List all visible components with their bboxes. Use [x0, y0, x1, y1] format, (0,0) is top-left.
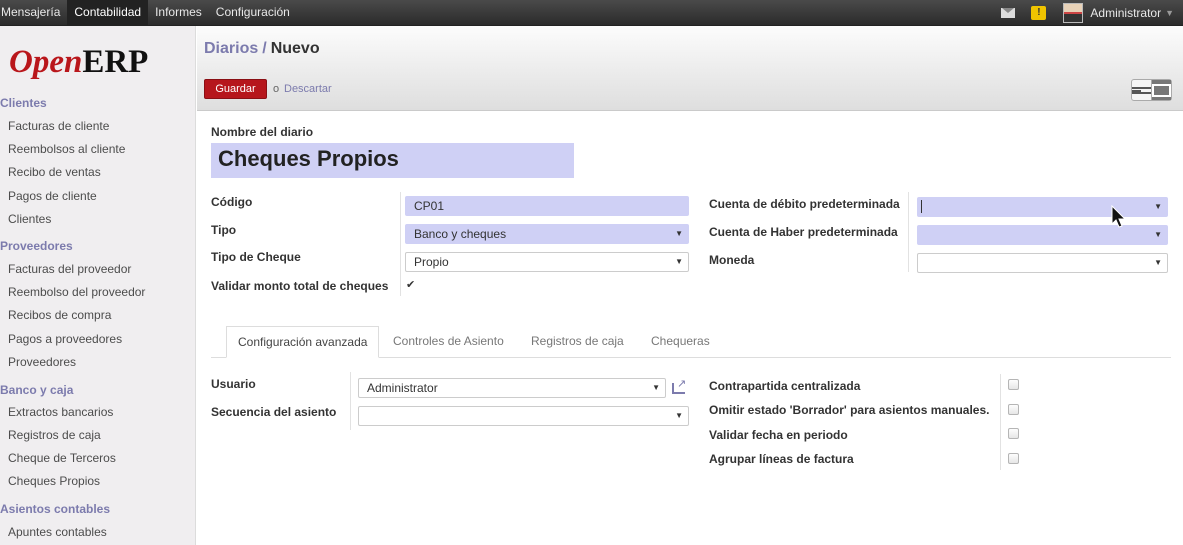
contrapartida-checkbox[interactable]	[1008, 379, 1019, 390]
menu-informes[interactable]: Informes	[148, 0, 209, 26]
validar-monto-checkbox[interactable]: ✔	[406, 280, 415, 291]
sidebar-item-clientes[interactable]: Clientes	[8, 212, 51, 226]
sidebar-group-proveedores: Proveedores	[0, 239, 73, 253]
tipo-cheque-label: Tipo de Cheque	[211, 250, 301, 264]
sidebar-item-facturas-cliente[interactable]: Facturas de cliente	[8, 119, 109, 133]
view-switcher	[1131, 79, 1172, 101]
mail-icon[interactable]	[1001, 8, 1016, 18]
sidebar-group-clientes: Clientes	[0, 96, 47, 110]
debito-select[interactable]: ▼	[917, 197, 1168, 217]
usuario-select[interactable]: Administrator ▼	[358, 378, 666, 398]
divider	[908, 192, 909, 272]
sidebar-item-reembolso-proveedor[interactable]: Reembolso del proveedor	[8, 285, 145, 299]
tab-configuracion-avanzada[interactable]: Configuración avanzada	[226, 326, 380, 358]
chevron-down-icon: ▼	[675, 229, 683, 238]
sidebar-item-registros-caja[interactable]: Registros de caja	[8, 428, 101, 442]
top-navigation-bar: Mensajería Contabilidad Informes Configu…	[0, 0, 1183, 26]
tipo-cheque-value: Propio	[414, 255, 449, 269]
usuario-value: Administrator	[367, 381, 438, 395]
external-link-icon[interactable]	[672, 377, 686, 394]
journal-name-label: Nombre del diario	[211, 125, 314, 139]
chevron-down-icon: ▼	[1154, 202, 1162, 211]
notebook-tabs: Configuración avanzada Controles de Asie…	[211, 326, 1171, 358]
page-title: Nuevo	[270, 40, 320, 57]
sidebar-item-pagos-proveedores[interactable]: Pagos a proveedores	[8, 332, 122, 346]
sidebar-item-cheques-propios[interactable]: Cheques Propios	[8, 474, 100, 488]
sidebar-item-facturas-proveedor[interactable]: Facturas del proveedor	[8, 262, 131, 276]
chevron-down-icon[interactable]: ▼	[1165, 8, 1174, 18]
form-view-button[interactable]	[1151, 80, 1171, 100]
tab-registros-caja[interactable]: Registros de caja	[531, 326, 624, 358]
moneda-select[interactable]: ▼	[917, 253, 1168, 273]
haber-label: Cuenta de Haber predeterminada	[709, 225, 898, 239]
sidebar-item-cheque-terceros[interactable]: Cheque de Terceros	[8, 451, 116, 465]
divider	[350, 372, 351, 430]
list-view-icon	[1132, 86, 1151, 94]
codigo-label: Código	[211, 195, 253, 209]
journal-name-input[interactable]: Cheques Propios	[211, 143, 574, 178]
tab-controles-asiento[interactable]: Controles de Asiento	[393, 326, 504, 358]
validar-fecha-label: Validar fecha en periodo	[709, 428, 848, 442]
usuario-label: Usuario	[211, 377, 256, 391]
form-view-icon	[1152, 83, 1171, 97]
discard-button[interactable]: Descartar	[284, 83, 332, 95]
validar-fecha-checkbox[interactable]	[1008, 428, 1019, 439]
breadcrumb-parent[interactable]: Diarios	[204, 40, 258, 57]
sidebar-item-recibo-ventas[interactable]: Recibo de ventas	[8, 165, 101, 179]
divider	[400, 192, 401, 296]
secuencia-select[interactable]: ▼	[358, 406, 689, 426]
sidebar-group-asientos-contables: Asientos contables	[0, 502, 111, 516]
sidebar-item-apuntes-contables[interactable]: Apuntes contables	[8, 525, 107, 539]
omitir-borrador-label: Omitir estado 'Borrador' para asientos m…	[709, 403, 990, 417]
haber-select[interactable]: ▼	[917, 225, 1168, 245]
sidebar-item-pagos-cliente[interactable]: Pagos de cliente	[8, 189, 97, 203]
tipo-cheque-select[interactable]: Propio ▼	[405, 252, 689, 272]
logo: OpenERP	[9, 44, 149, 80]
tab-chequeras[interactable]: Chequeras	[651, 326, 710, 358]
chevron-down-icon: ▼	[1154, 230, 1162, 239]
chevron-down-icon: ▼	[675, 411, 683, 420]
text-cursor	[921, 200, 922, 213]
agrupar-lineas-checkbox[interactable]	[1008, 453, 1019, 464]
codigo-input[interactable]: CP01	[405, 196, 689, 216]
main-content: Diarios / Nuevo Guardar o Descartar Nombre…	[197, 26, 1183, 545]
chevron-down-icon: ▼	[652, 383, 660, 392]
sidebar-item-proveedores[interactable]: Proveedores	[8, 355, 76, 369]
tipo-value: Banco y cheques	[414, 227, 507, 241]
breadcrumb-separator: /	[262, 40, 267, 57]
warning-icon[interactable]: !	[1031, 6, 1047, 20]
sidebar-item-recibos-compra[interactable]: Recibos de compra	[8, 308, 111, 322]
sidebar-item-reembolsos-cliente[interactable]: Reembolsos al cliente	[8, 142, 125, 156]
user-name[interactable]: Administrator	[1090, 6, 1161, 20]
tipo-label: Tipo	[211, 223, 237, 237]
contrapartida-label: Contrapartida centralizada	[709, 379, 861, 393]
agrupar-lineas-label: Agrupar líneas de factura	[709, 452, 854, 466]
sidebar-item-extractos-bancarios[interactable]: Extractos bancarios	[8, 405, 113, 419]
top-menu: Mensajería Contabilidad Informes Configu…	[0, 0, 297, 26]
chevron-down-icon: ▼	[1154, 258, 1162, 267]
breadcrumb: Diarios / Nuevo	[204, 40, 320, 58]
menu-mensajeria[interactable]: Mensajería	[0, 0, 67, 26]
user-area: ! Administrator ▼	[1001, 0, 1183, 26]
tipo-select[interactable]: Banco y cheques ▼	[405, 224, 689, 244]
avatar[interactable]	[1063, 3, 1084, 23]
menu-contabilidad[interactable]: Contabilidad	[67, 0, 149, 26]
validar-monto-label: Validar monto total de cheques	[211, 279, 389, 293]
or-text: o	[273, 83, 280, 95]
moneda-label: Moneda	[709, 253, 755, 267]
menu-configuracion[interactable]: Configuración	[209, 0, 297, 26]
divider	[1000, 374, 1001, 470]
mouse-pointer-icon	[1111, 205, 1127, 228]
sidebar-group-banco-caja: Banco y caja	[0, 383, 74, 397]
secuencia-label: Secuencia del asiento	[211, 405, 337, 419]
omitir-borrador-checkbox[interactable]	[1008, 404, 1019, 415]
debito-label: Cuenta de débito predeterminada	[709, 197, 900, 211]
list-view-button[interactable]	[1132, 80, 1151, 100]
save-button[interactable]: Guardar	[204, 79, 267, 99]
sidebar: OpenERP Clientes Facturas de cliente Ree…	[0, 26, 196, 545]
chevron-down-icon: ▼	[675, 257, 683, 266]
form-header: Diarios / Nuevo Guardar o Descartar	[197, 26, 1183, 111]
